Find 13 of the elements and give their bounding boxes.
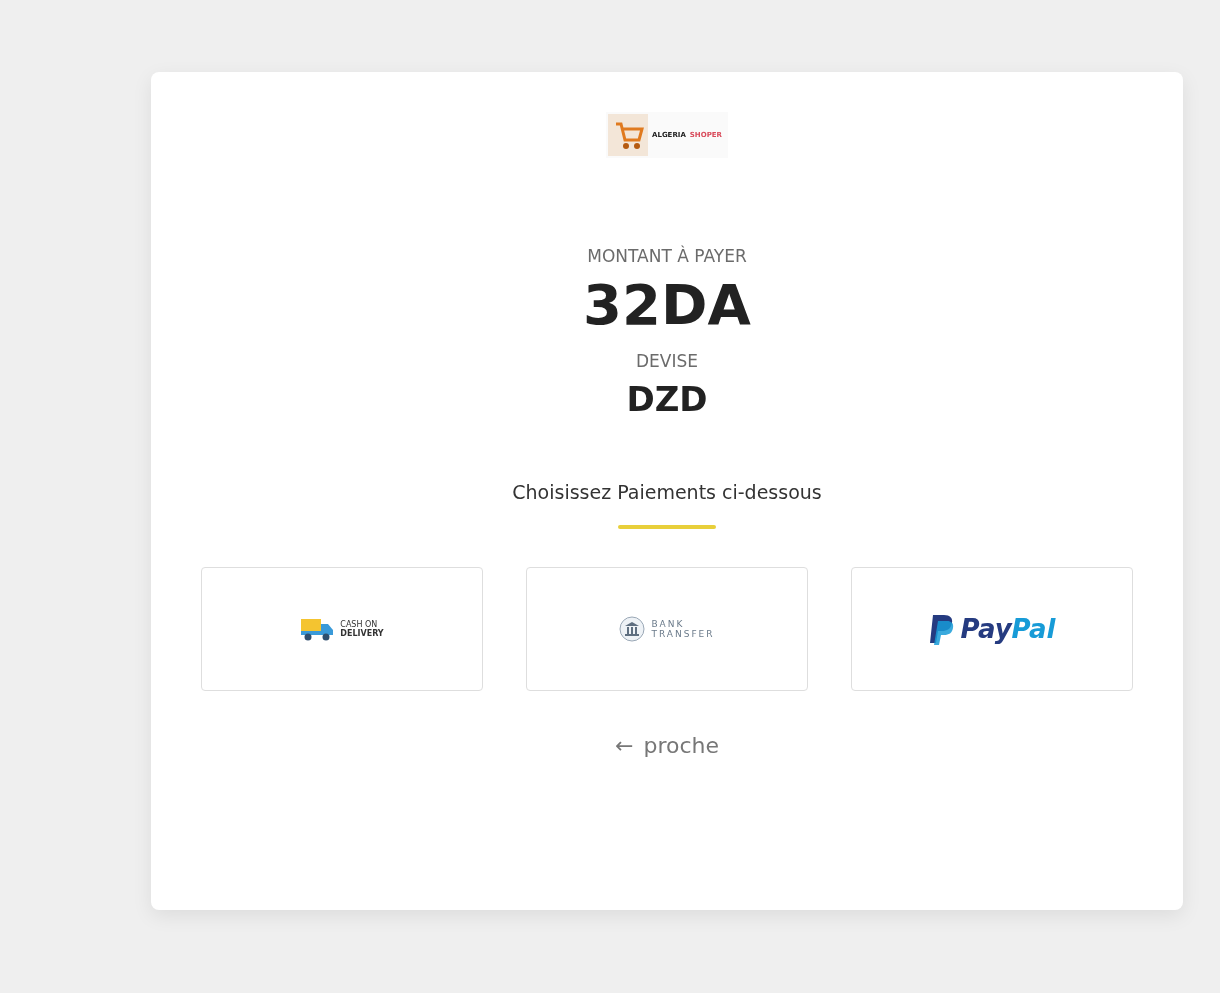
- payment-heading: Choisissez Paiements ci-dessous: [512, 481, 822, 503]
- truck-icon: [300, 617, 335, 641]
- payment-method-button[interactable]: PayPal: [851, 567, 1133, 691]
- bank-icon: [619, 616, 646, 642]
- payment-method-button[interactable]: BANK TRANSFER: [526, 567, 808, 691]
- cart-icon: [608, 114, 648, 156]
- amount-label: MONTANT À PAYER: [587, 246, 747, 266]
- currency-label: DEVISE: [636, 351, 698, 371]
- amount-value: 32DA: [583, 272, 751, 337]
- payment-method-button[interactable]: CASH ON DELIVERY: [201, 567, 483, 691]
- currency-value: DZD: [626, 379, 708, 419]
- back-link[interactable]: ← proche: [615, 733, 719, 758]
- paypal-logo-icon: [928, 613, 955, 645]
